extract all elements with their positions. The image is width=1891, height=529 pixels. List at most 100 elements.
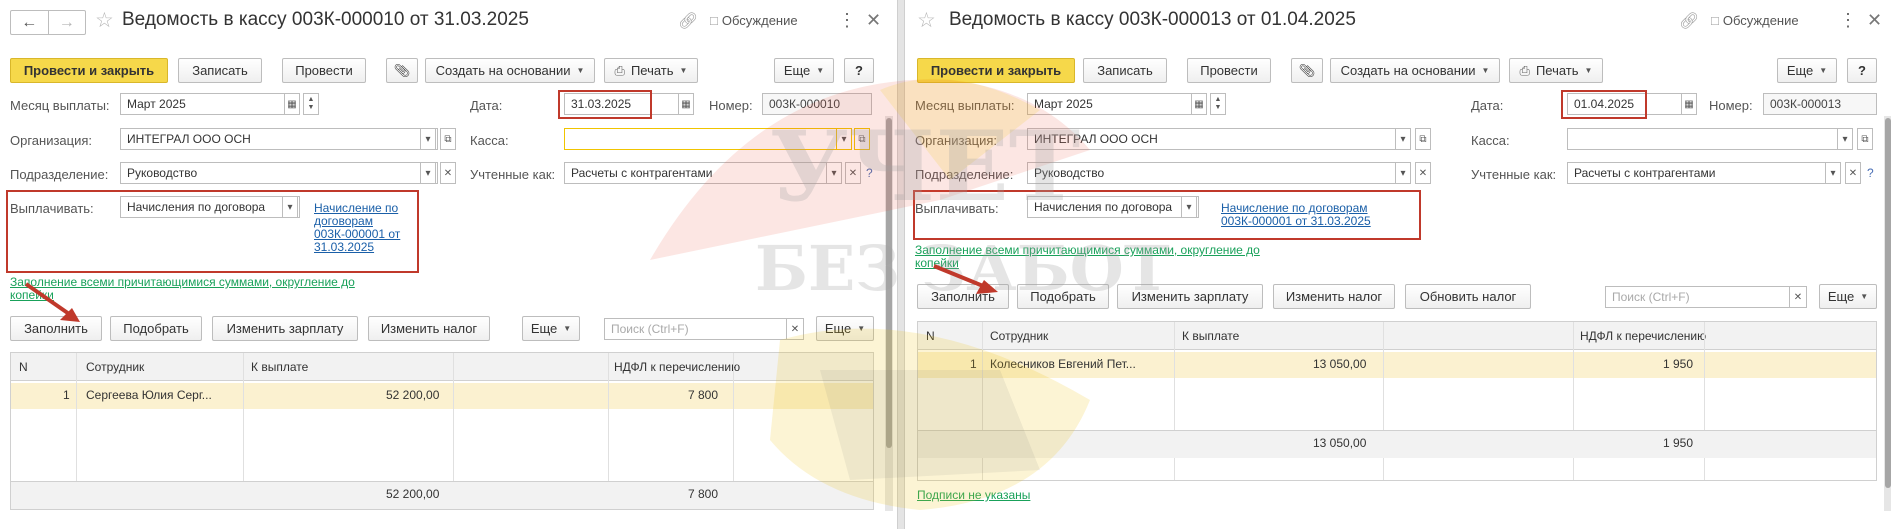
month-field[interactable]: Март 2025 xyxy=(120,93,286,115)
discussion-button[interactable]: □ Обсуждение xyxy=(710,13,798,28)
column-header-amount[interactable]: К выплате xyxy=(1182,329,1239,343)
favorite-star-icon[interactable]: ☆ xyxy=(95,8,114,33)
more-vertical-icon[interactable]: ⋮ xyxy=(1839,10,1857,31)
cash-field[interactable] xyxy=(564,128,844,150)
open-icon[interactable]: ⧉ xyxy=(440,128,456,150)
clear-icon[interactable]: ✕ xyxy=(1415,162,1431,184)
create-based-on-label: Создать на основании xyxy=(435,63,571,78)
calendar-icon[interactable]: ▦ xyxy=(1681,93,1697,115)
calendar-icon[interactable]: ▦ xyxy=(284,93,300,115)
accounted-as-field[interactable]: Расчеты с контрагентами xyxy=(564,162,838,184)
dropdown-arrow-icon[interactable]: ▾ xyxy=(420,128,436,150)
open-icon[interactable]: ⧉ xyxy=(1415,128,1431,150)
table-row[interactable]: 1 Колесников Евгений Пет... 13 050,00 1 … xyxy=(918,352,1876,378)
close-icon[interactable]: ✕ xyxy=(866,10,881,31)
change-salary-button[interactable]: Изменить зарплату xyxy=(1117,284,1263,309)
calendar-icon[interactable]: ▦ xyxy=(678,93,694,115)
dropdown-arrow-icon[interactable]: ▾ xyxy=(1181,196,1197,218)
change-tax-button[interactable]: Изменить налог xyxy=(368,316,490,341)
back-arrow-icon[interactable]: ← xyxy=(11,11,48,34)
forward-arrow-icon[interactable]: → xyxy=(47,11,86,34)
dropdown-arrow-icon[interactable]: ▾ xyxy=(420,162,436,184)
department-field[interactable]: Руководство xyxy=(1027,162,1397,184)
search-input[interactable]: Поиск (Ctrl+F) xyxy=(604,318,788,340)
update-tax-button[interactable]: Обновить налог xyxy=(1405,284,1531,309)
table-more-button[interactable]: Еще ▼ xyxy=(522,316,580,341)
change-salary-button[interactable]: Изменить зарплату xyxy=(212,316,358,341)
search-input[interactable]: Поиск (Ctrl+F) xyxy=(1605,286,1791,308)
help-button[interactable]: ? xyxy=(1847,58,1877,83)
vertical-scrollbar[interactable] xyxy=(885,116,893,511)
dropdown-arrow-icon[interactable]: ▾ xyxy=(282,196,298,218)
open-icon[interactable]: ⧉ xyxy=(854,128,870,150)
dropdown-arrow-icon[interactable]: ▾ xyxy=(836,128,852,150)
organization-field[interactable]: ИНТЕГРАЛ ООО ОСН xyxy=(120,128,438,150)
pick-button[interactable]: Подобрать xyxy=(110,316,202,341)
column-header-employee[interactable]: Сотрудник xyxy=(990,329,1048,343)
post-and-close-button[interactable]: Провести и закрыть xyxy=(917,58,1075,83)
accrual-document-link[interactable]: Начисление по договорам 003К-000001 от 3… xyxy=(314,202,400,254)
post-button[interactable]: Провести xyxy=(1187,58,1271,83)
clear-search-icon[interactable]: ✕ xyxy=(786,318,804,340)
link-icon[interactable]: 🔗︎ xyxy=(678,11,698,31)
month-field[interactable]: Март 2025 xyxy=(1027,93,1193,115)
column-header-amount[interactable]: К выплате xyxy=(251,360,308,374)
calendar-icon[interactable]: ▦ xyxy=(1191,93,1207,115)
dropdown-arrow-icon[interactable]: ▾ xyxy=(1825,162,1841,184)
accounted-as-field[interactable]: Расчеты с контрагентами xyxy=(1567,162,1837,184)
pick-button[interactable]: Подобрать xyxy=(1017,284,1109,309)
clear-search-icon[interactable]: ✕ xyxy=(1789,286,1807,308)
scrollbar-thumb[interactable] xyxy=(1885,118,1891,488)
dropdown-arrow-icon[interactable]: ▾ xyxy=(1837,128,1853,150)
table-more-button[interactable]: Еще ▼ xyxy=(1819,284,1877,309)
more-vertical-icon[interactable]: ⋮ xyxy=(838,10,856,31)
dropdown-arrow-icon[interactable]: ▾ xyxy=(826,162,842,184)
save-button[interactable]: Записать xyxy=(178,58,262,83)
clear-icon[interactable]: ✕ xyxy=(845,162,861,184)
spinner-icon[interactable]: ▲ ▼ xyxy=(303,93,319,115)
column-header-employee[interactable]: Сотрудник xyxy=(86,360,144,374)
post-and-close-button[interactable]: Провести и закрыть xyxy=(10,58,168,83)
print-button[interactable]: ⎙ Печать ▼ xyxy=(604,58,698,83)
attach-button[interactable]: 📎︎ xyxy=(1291,58,1323,83)
pay-field[interactable]: Начисления по договора xyxy=(1027,196,1199,218)
cash-field[interactable] xyxy=(1567,128,1843,150)
accrual-document-link[interactable]: Начисление по договорам 003К-000001 от 3… xyxy=(1221,202,1371,228)
more-button[interactable]: Еще ▼ xyxy=(1777,58,1837,83)
search-more-button[interactable]: Еще ▼ xyxy=(816,316,874,341)
link-icon[interactable]: 🔗︎ xyxy=(1679,11,1699,31)
dropdown-arrow-icon[interactable]: ▾ xyxy=(1395,128,1411,150)
column-header-n[interactable]: N xyxy=(19,360,28,374)
print-button[interactable]: ⎙ Печать ▼ xyxy=(1509,58,1603,83)
help-question-icon[interactable]: ? xyxy=(866,166,873,180)
column-header-n[interactable]: N xyxy=(926,329,935,343)
clear-icon[interactable]: ✕ xyxy=(1845,162,1861,184)
discussion-button[interactable]: □ Обсуждение xyxy=(1711,13,1799,28)
table-row[interactable]: 1 Сергеева Юлия Серг... 52 200,00 7 800 xyxy=(11,383,873,409)
create-based-on-button[interactable]: Создать на основании ▼ xyxy=(1330,58,1500,83)
open-icon[interactable]: ⧉ xyxy=(1857,128,1873,150)
favorite-star-icon[interactable]: ☆ xyxy=(917,8,936,33)
number-field[interactable]: 003К-000010 xyxy=(762,93,872,115)
change-tax-button[interactable]: Изменить налог xyxy=(1273,284,1395,309)
close-icon[interactable]: ✕ xyxy=(1867,10,1882,31)
dropdown-arrow-icon[interactable]: ▾ xyxy=(1395,162,1411,184)
column-header-tax[interactable]: НДФЛ к перечислению xyxy=(614,360,740,374)
spinner-icon[interactable]: ▲ ▼ xyxy=(1210,93,1226,115)
organization-field[interactable]: ИНТЕГРАЛ ООО ОСН xyxy=(1027,128,1397,150)
signatures-not-specified-link[interactable]: Подписи не указаны xyxy=(917,489,1030,502)
save-button[interactable]: Записать xyxy=(1083,58,1167,83)
more-button[interactable]: Еще ▼ xyxy=(774,58,834,83)
column-header-tax[interactable]: НДФЛ к перечислению xyxy=(1580,329,1706,343)
help-button[interactable]: ? xyxy=(844,58,874,83)
pay-field[interactable]: Начисления по договора xyxy=(120,196,300,218)
department-field[interactable]: Руководство xyxy=(120,162,438,184)
create-based-on-button[interactable]: Создать на основании ▼ xyxy=(425,58,595,83)
attach-button[interactable]: 📎︎ xyxy=(386,58,418,83)
post-button[interactable]: Провести xyxy=(282,58,366,83)
vertical-scrollbar[interactable] xyxy=(1884,116,1891,511)
number-field[interactable]: 003К-000013 xyxy=(1763,93,1877,115)
scrollbar-thumb[interactable] xyxy=(886,118,892,448)
clear-icon[interactable]: ✕ xyxy=(440,162,456,184)
help-question-icon[interactable]: ? xyxy=(1867,166,1874,180)
